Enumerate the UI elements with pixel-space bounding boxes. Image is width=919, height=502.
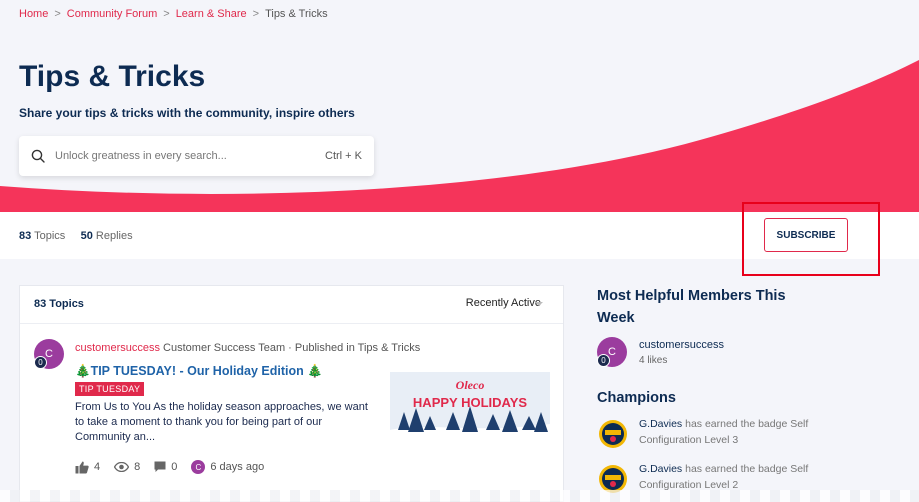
champion-badge-icon <box>599 420 627 448</box>
thumbnail-brand: Oleco <box>456 378 485 392</box>
champions-heading: Champions <box>597 390 676 406</box>
post-excerpt: From Us to You As the holiday season app… <box>75 401 368 443</box>
search-box[interactable]: Ctrl + K <box>19 136 374 176</box>
topics-panel-count: 83 Topics <box>34 298 84 310</box>
replies-count: 0 <box>171 461 178 473</box>
breadcrumb-separator: > <box>252 8 260 20</box>
page-title: Tips & Tricks <box>19 60 206 93</box>
champion-entry: G.Davies has earned the badge Self Confi… <box>639 417 819 448</box>
breadcrumb-current: Tips & Tricks <box>265 8 328 20</box>
likes-count: 4 <box>94 461 101 473</box>
member-likes: 4 likes <box>639 355 668 366</box>
post-tag[interactable]: TIP TUESDAY <box>75 382 145 396</box>
last-activity-avatar[interactable]: C <box>191 460 206 474</box>
eye-icon <box>114 462 130 472</box>
post-meta-text: Customer Success Team · Published in Tip… <box>163 342 421 354</box>
replies-stat: 0 <box>154 461 177 473</box>
breadcrumb-home-link[interactable]: Home <box>19 8 48 20</box>
chevron-down-icon[interactable] <box>535 302 543 306</box>
views-count: 8 <box>134 461 141 473</box>
replies-label: Replies <box>95 230 133 242</box>
champion-name-link[interactable]: G.Davies <box>639 463 682 475</box>
search-icon <box>31 149 45 163</box>
champion-entry: G.Davies has earned the badge Self Confi… <box>639 462 819 493</box>
views-stat: 8 <box>114 461 140 473</box>
post-meta: customersuccess Customer Success Team · … <box>75 342 420 354</box>
thumbnail-text: HAPPY HOLIDAYS <box>413 395 527 410</box>
last-activity: C 6 days ago <box>191 460 264 474</box>
sort-dropdown[interactable]: Recently Active <box>466 297 541 309</box>
topics-count: 83 <box>19 230 32 242</box>
topics-panel-header: 83 Topics Recently Active <box>20 286 563 324</box>
breadcrumb-separator: > <box>163 8 170 20</box>
avatar-rank-badge: 0 <box>34 356 47 369</box>
post-stats: 4 8 0 C 6 days ago <box>75 460 278 474</box>
post-title-link[interactable]: 🎄TIP TUESDAY! - Our Holiday Edition 🎄 <box>75 364 323 379</box>
search-shortcut-hint: Ctrl + K <box>325 150 362 162</box>
member-rank-badge: 0 <box>597 354 610 367</box>
breadcrumb-learn-share-link[interactable]: Learn & Share <box>176 8 247 20</box>
most-helpful-heading: Most Helpful Members This Week <box>597 288 786 326</box>
page-subtitle: Share your tips & tricks with the commun… <box>19 106 355 120</box>
last-activity-time: 6 days ago <box>210 461 265 473</box>
comment-icon <box>154 461 166 472</box>
post-thumbnail[interactable]: Oleco HAPPY HOLIDAYS <box>390 372 550 442</box>
topics-label: Topics <box>34 230 66 242</box>
replies-count: 50 <box>80 230 93 242</box>
highlight-box <box>742 202 880 276</box>
search-input[interactable] <box>53 149 307 163</box>
champion-name-link[interactable]: G.Davies <box>639 418 682 430</box>
bottom-edge-fade <box>0 490 919 502</box>
breadcrumb-separator: > <box>54 8 61 20</box>
breadcrumb-community-forum-link[interactable]: Community Forum <box>67 8 157 20</box>
forum-stats: 83 Topics 50 Replies <box>19 230 133 242</box>
member-name-link[interactable]: customersuccess <box>639 339 724 351</box>
post-author-link[interactable]: customersuccess <box>75 342 160 354</box>
breadcrumb: Home > Community Forum > Learn & Share > Tips … <box>19 8 328 20</box>
thumbs-up-icon <box>75 461 89 473</box>
likes-stat[interactable]: 4 <box>75 461 100 474</box>
